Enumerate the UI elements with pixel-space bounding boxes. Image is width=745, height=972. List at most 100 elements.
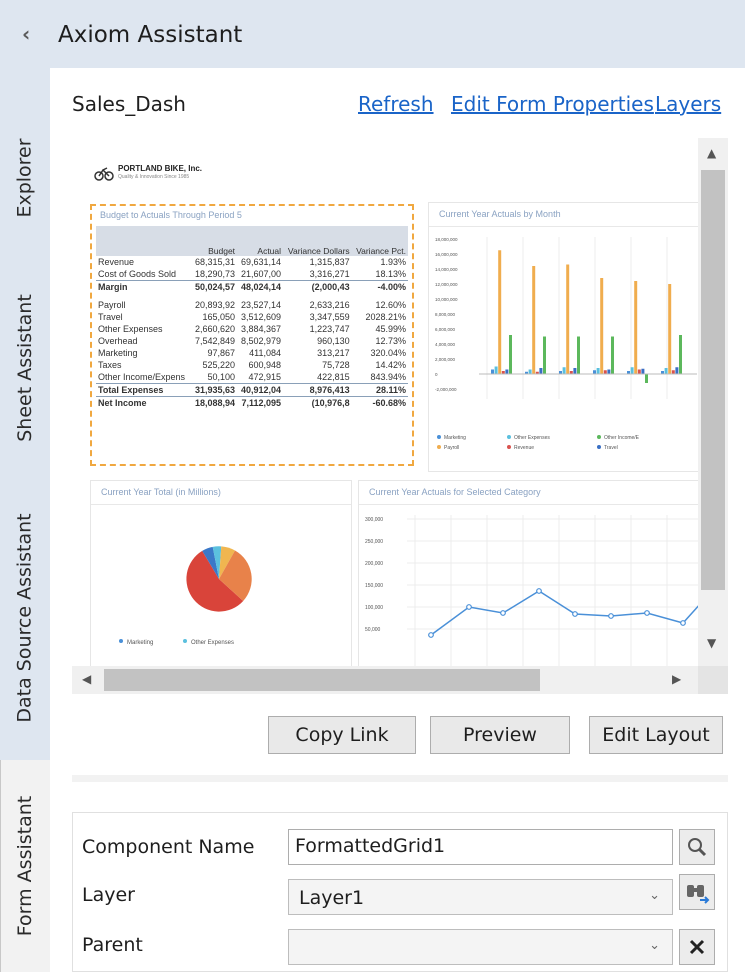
bar xyxy=(562,367,566,374)
table-cell: 48,024,14 xyxy=(237,280,284,293)
table-cell: Taxes xyxy=(98,360,122,370)
legend-label: Revenue xyxy=(514,445,534,451)
y-tick-label: 300,000 xyxy=(365,517,383,523)
search-icon xyxy=(688,838,707,857)
legend-swatch xyxy=(507,435,511,439)
pie-chart-panel: Current Year Total (in Millions) Marketi… xyxy=(90,480,352,666)
legend-label: Other Expenses xyxy=(514,435,550,441)
table-row: Total Expenses 31,935,63 40,912,04 8,976,41… xyxy=(96,383,408,397)
table-cell: Margin xyxy=(96,280,192,293)
table-cell: Overhead xyxy=(98,336,138,346)
pie-chart: Marketing Other Expenses xyxy=(119,546,252,646)
layer-select[interactable]: Layer1 ⌄ xyxy=(288,879,673,915)
y-tick-label: 14,000,000 xyxy=(435,267,458,272)
search-button[interactable] xyxy=(679,829,715,865)
monthly-chart-title: Current Year Actuals by Month xyxy=(429,203,698,227)
legend-swatch xyxy=(597,445,601,449)
layers-link[interactable]: Layers xyxy=(655,92,721,116)
y-tick-label: 8,000,000 xyxy=(435,312,456,317)
table-cell: 69,631,14 xyxy=(240,257,282,267)
horizontal-scrollbar[interactable]: ◀ ▶ xyxy=(72,666,698,694)
copy-link-button[interactable]: Copy Link xyxy=(268,716,416,754)
table-cell: 40,912,04 xyxy=(237,383,284,397)
tab-data-source-assistant[interactable]: Data Source Assistant xyxy=(0,478,50,758)
find-layer-button[interactable] xyxy=(679,874,715,910)
y-tick-label: 12,000,000 xyxy=(435,282,458,287)
section-separator xyxy=(72,775,728,782)
header-blank xyxy=(96,226,192,256)
horizontal-scroll-thumb[interactable] xyxy=(104,669,540,691)
table-cell: 8,976,413 xyxy=(283,383,352,397)
table-cell: 1.93% xyxy=(380,257,406,267)
table-row: Other Income/Expens 50,100 472,915 422,815 8… xyxy=(96,371,408,384)
edit-layout-button[interactable]: Edit Layout xyxy=(589,716,723,754)
table-row: Payroll 20,893,92 23,527,14 2,633,216 12.60% xyxy=(96,299,408,311)
data-point xyxy=(428,632,434,638)
tab-sheet-assistant[interactable]: Sheet Assistant xyxy=(0,258,50,478)
data-point xyxy=(572,611,578,617)
bar xyxy=(611,336,614,374)
table-cell: Marketing xyxy=(98,348,138,358)
table-row: Other Expenses 2,660,620 3,884,367 1,223,74… xyxy=(96,323,408,335)
bar xyxy=(603,370,607,374)
collapse-chevron-icon[interactable]: ‹ xyxy=(22,22,30,46)
table-row: Revenue 68,315,31 69,631,14 1,315,837 1.93% xyxy=(96,256,408,268)
table-cell: 45.99% xyxy=(375,324,406,334)
line-chart-title: Current Year Actuals for Selected Catego… xyxy=(359,481,698,505)
pie-chart-title: Current Year Total (in Millions) xyxy=(91,481,351,505)
refresh-link[interactable]: Refresh xyxy=(358,92,434,116)
tab-explorer-label: Explorer xyxy=(14,138,37,218)
table-cell: 75,728 xyxy=(322,360,350,370)
table-cell: 2,660,620 xyxy=(195,324,236,334)
table-cell: 525,220 xyxy=(202,360,236,370)
scroll-up-icon[interactable]: ▲ xyxy=(707,146,716,160)
budget-grid[interactable]: Budget to Actuals Through Period 5 Budge… xyxy=(90,204,414,466)
table-row: Marketing 97,867 411,084 313,217 320.04% xyxy=(96,347,408,359)
scrollbar-corner xyxy=(698,666,728,694)
component-name-field[interactable]: FormattedGrid1 xyxy=(288,829,673,865)
legend-swatch xyxy=(437,445,441,449)
clear-parent-button[interactable] xyxy=(679,929,715,965)
y-tick-label: 10,000,000 xyxy=(435,297,458,302)
legend-label: Travel xyxy=(604,445,618,451)
monthly-chart-panel: Current Year Actuals by Month 18,000,000… xyxy=(428,202,698,472)
legend-label: Marketing xyxy=(444,435,466,441)
table-cell: 7,542,849 xyxy=(195,336,236,346)
table-row: Net Income 18,088,94 7,112,095 (10,976,8 -60… xyxy=(96,396,408,409)
bar xyxy=(532,266,536,374)
table-cell: Other Income/Expens xyxy=(98,372,186,382)
y-tick-label: 100,000 xyxy=(365,605,383,611)
budget-table: Budget Actual Variance Dollars Variance … xyxy=(96,226,408,409)
bar xyxy=(645,374,648,383)
vertical-scroll-thumb[interactable] xyxy=(701,170,725,590)
budget-header-row: Budget Actual Variance Dollars Variance … xyxy=(96,226,408,256)
tab-sheet-assistant-label: Sheet Assistant xyxy=(14,294,36,442)
table-cell: 23,527,14 xyxy=(240,300,282,310)
table-cell: -4.00% xyxy=(351,280,408,293)
table-cell: 1,315,837 xyxy=(309,257,350,267)
vertical-scrollbar[interactable]: ▲ ▼ xyxy=(698,138,728,666)
y-tick-label: 50,000 xyxy=(365,627,381,633)
table-cell: (2,000,43 xyxy=(283,280,352,293)
y-tick-label: 2,000,000 xyxy=(435,357,456,362)
table-cell: 18,088,94 xyxy=(191,396,238,409)
monthly-chart: 18,000,000 16,000,000 14,000,000 12,000,000… xyxy=(435,237,697,451)
preview-button[interactable]: Preview xyxy=(430,716,570,754)
table-cell: Other Expenses xyxy=(98,324,163,334)
scroll-right-icon[interactable]: ▶ xyxy=(672,672,681,686)
parent-select[interactable]: ⌄ xyxy=(288,929,673,965)
line-chart: 300,000 250,000 200,000 150,000 100,000 50,00… xyxy=(365,515,698,666)
vertical-tab-strip: Explorer Sheet Assistant Data Source Ass… xyxy=(0,68,50,972)
scroll-down-icon[interactable]: ▼ xyxy=(707,636,716,650)
legend-swatch xyxy=(507,445,511,449)
table-cell: 18,290,73 xyxy=(195,269,236,279)
form-name: Sales_Dash xyxy=(72,92,186,116)
edit-form-properties-link[interactable]: Edit Form Properties xyxy=(451,92,654,116)
tab-explorer[interactable]: Explorer xyxy=(0,108,50,248)
scroll-left-icon[interactable]: ◀ xyxy=(82,672,91,686)
bar xyxy=(505,369,509,374)
data-point xyxy=(500,610,506,616)
company-name: PORTLAND BIKE, Inc. xyxy=(118,164,203,173)
tab-form-assistant[interactable]: Form Assistant xyxy=(0,760,50,972)
table-cell: 1,223,747 xyxy=(309,324,350,334)
